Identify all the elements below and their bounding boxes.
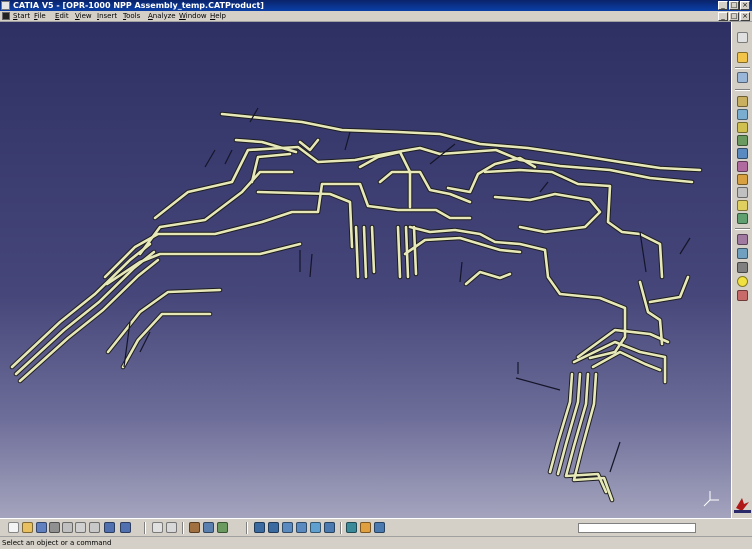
clash-icon[interactable] bbox=[737, 200, 748, 211]
cut-icon[interactable] bbox=[62, 522, 73, 533]
command-input[interactable] bbox=[578, 523, 696, 533]
tools-icon[interactable] bbox=[737, 262, 748, 273]
zoom-in-icon[interactable] bbox=[282, 522, 293, 533]
status-message: Select an object or a command bbox=[2, 539, 112, 547]
menu-file[interactable]: File bbox=[34, 11, 46, 21]
start-icon[interactable] bbox=[2, 12, 10, 20]
iso-view-icon[interactable] bbox=[324, 522, 335, 533]
axis-compass-icon bbox=[703, 491, 719, 507]
select-icon[interactable] bbox=[737, 32, 748, 43]
fx-icon[interactable] bbox=[152, 522, 163, 533]
menu-help[interactable]: Help bbox=[210, 11, 226, 21]
print-icon[interactable] bbox=[49, 522, 60, 533]
swap-visible-icon[interactable] bbox=[374, 522, 385, 533]
pan-icon[interactable] bbox=[254, 522, 265, 533]
open-icon[interactable] bbox=[22, 522, 33, 533]
catia-app-icon[interactable] bbox=[1, 1, 10, 10]
new-icon[interactable] bbox=[8, 522, 19, 533]
what-is-this-icon[interactable] bbox=[166, 522, 177, 533]
product-icon[interactable] bbox=[737, 72, 748, 83]
maximize-button[interactable]: □ bbox=[729, 1, 739, 10]
measure-icon[interactable] bbox=[737, 248, 748, 259]
menu-insert[interactable]: Insert bbox=[97, 11, 117, 21]
save-icon[interactable] bbox=[36, 522, 47, 533]
snap-icon[interactable] bbox=[737, 174, 748, 185]
right-toolbar bbox=[731, 22, 752, 518]
doc-minimize-button[interactable]: _ bbox=[718, 12, 728, 21]
move-icon[interactable] bbox=[737, 148, 748, 159]
fly-icon[interactable] bbox=[203, 522, 214, 533]
paste-icon[interactable] bbox=[89, 522, 100, 533]
menu-view[interactable]: View bbox=[75, 11, 92, 21]
catia-logo bbox=[734, 498, 751, 513]
menu-edit[interactable]: Edit bbox=[55, 11, 69, 21]
constraint-icon[interactable] bbox=[737, 135, 748, 146]
fit-all-icon[interactable] bbox=[217, 522, 228, 533]
hide-show-icon[interactable] bbox=[360, 522, 371, 533]
catalog-icon[interactable] bbox=[189, 522, 200, 533]
pipe-assembly-model[interactable] bbox=[0, 22, 731, 518]
minimize-button[interactable]: _ bbox=[718, 1, 728, 10]
copy-icon[interactable] bbox=[75, 522, 86, 533]
explode-icon[interactable] bbox=[737, 161, 748, 172]
redo-icon[interactable] bbox=[120, 522, 131, 533]
menu-tools[interactable]: Tools bbox=[123, 11, 140, 21]
part-icon[interactable] bbox=[737, 122, 748, 133]
menu-analyze[interactable]: Analyze bbox=[148, 11, 176, 21]
3d-viewport[interactable] bbox=[0, 22, 731, 518]
section-icon[interactable] bbox=[737, 213, 748, 224]
status-bar: Select an object or a command bbox=[0, 536, 752, 549]
bottom-toolbar bbox=[0, 518, 752, 536]
close-button[interactable]: × bbox=[740, 1, 750, 10]
lightbulb-icon[interactable] bbox=[737, 276, 748, 287]
component-icon[interactable] bbox=[737, 109, 748, 120]
manipulate-icon[interactable] bbox=[737, 187, 748, 198]
scenes-icon[interactable] bbox=[737, 234, 748, 245]
undo-icon[interactable] bbox=[104, 522, 115, 533]
shading-icon[interactable] bbox=[346, 522, 357, 533]
normal-view-icon[interactable] bbox=[310, 522, 321, 533]
exit-icon[interactable] bbox=[737, 290, 748, 301]
assembly-icon[interactable] bbox=[737, 96, 748, 107]
menu-start[interactable]: Start bbox=[13, 11, 30, 21]
rotate-icon[interactable] bbox=[268, 522, 279, 533]
menu-window[interactable]: Window bbox=[179, 11, 207, 21]
doc-restore-button[interactable]: □ bbox=[729, 12, 739, 21]
title-bar: CATIA V5 - [OPR-1000 NPP Assembly_temp.C… bbox=[0, 0, 752, 11]
sketch-icon[interactable] bbox=[737, 52, 748, 63]
doc-close-button[interactable]: × bbox=[740, 12, 750, 21]
menu-bar: Start File Edit View Insert Tools Analyz… bbox=[0, 11, 752, 22]
window-title: CATIA V5 - [OPR-1000 NPP Assembly_temp.C… bbox=[13, 1, 264, 10]
zoom-out-icon[interactable] bbox=[296, 522, 307, 533]
